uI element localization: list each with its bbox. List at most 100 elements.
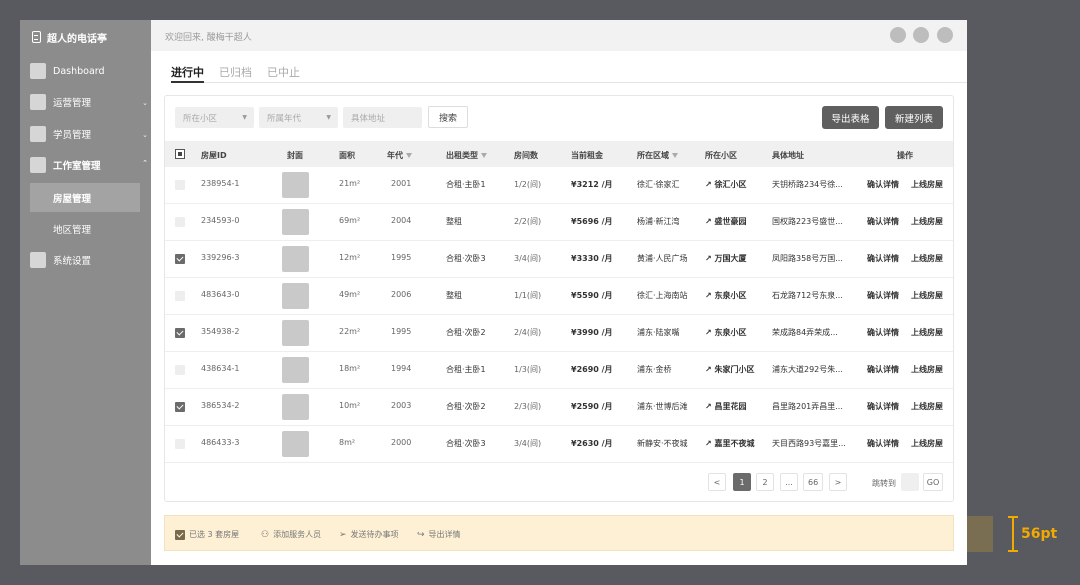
- table-row[interactable]: 339296-3 12m² 1995 合租·次卧3 3/4(间) ¥3330 /月 黄浦·人…: [165, 241, 953, 278]
- cell-address: 天钥桥路234号徐...: [772, 180, 843, 189]
- cover-thumbnail[interactable]: [282, 246, 309, 272]
- sidebar-subitem-regions[interactable]: 地区管理: [30, 214, 140, 243]
- sidebar-item-students[interactable]: 学员管理 ⌄: [30, 120, 150, 148]
- create-list-button[interactable]: 新建列表: [885, 106, 943, 129]
- cover-thumbnail[interactable]: [282, 320, 309, 346]
- confirm-details-link[interactable]: 确认详情: [867, 216, 899, 227]
- cell-community[interactable]: ↗ 徐汇小区: [705, 179, 747, 190]
- studio-icon: [30, 157, 46, 173]
- table-row[interactable]: 234593-0 69m² 2004 整租 2/2(间) ¥5696 /月 杨浦·新江湾 ↗ …: [165, 204, 953, 241]
- cell-community[interactable]: ↗ 东泉小区: [705, 290, 747, 301]
- page-button-2[interactable]: 2: [756, 473, 774, 491]
- selected-count[interactable]: 已选 3 套房屋: [175, 529, 239, 540]
- publish-house-link[interactable]: 上线房屋: [911, 179, 943, 190]
- publish-house-link[interactable]: 上线房屋: [911, 290, 943, 301]
- cell-rooms: 2/3(间): [514, 402, 542, 411]
- cover-thumbnail[interactable]: [282, 357, 309, 383]
- add-staff-button[interactable]: ⚇ 添加服务人员: [261, 529, 321, 540]
- notification-icon[interactable]: [890, 27, 906, 43]
- cell-area: 10m²: [339, 401, 361, 410]
- table-row[interactable]: 483643-0 49m² 2006 整租 1/1(间) ¥5590 /月 徐汇·上海南站 ↗…: [165, 278, 953, 315]
- publish-house-link[interactable]: 上线房屋: [911, 216, 943, 227]
- cover-thumbnail[interactable]: [282, 394, 309, 420]
- row-checkbox[interactable]: [175, 328, 185, 338]
- cover-thumbnail[interactable]: [282, 172, 309, 198]
- row-checkbox[interactable]: [175, 217, 185, 227]
- table-row[interactable]: 438634-1 18m² 1994 合租·主卧1 1/3(间) ¥2690 /月 浦东·金…: [165, 352, 953, 389]
- confirm-details-link[interactable]: 确认详情: [867, 364, 899, 375]
- cover-thumbnail[interactable]: [282, 209, 309, 235]
- jump-label: 跳转到: [872, 479, 896, 488]
- cell-community[interactable]: ↗ 盛世豪园: [705, 216, 747, 227]
- publish-house-link[interactable]: 上线房屋: [911, 327, 943, 338]
- table-row[interactable]: 386534-2 10m² 2003 合租·次卧2 2/3(间) ¥2590 /月 浦东·世…: [165, 389, 953, 426]
- sidebar-subitem-houses[interactable]: 房屋管理: [30, 183, 140, 212]
- row-checkbox[interactable]: [175, 402, 185, 412]
- row-checkbox[interactable]: [175, 254, 185, 264]
- add-staff-label: 添加服务人员: [273, 530, 322, 539]
- cell-community[interactable]: ↗ 东泉小区: [705, 327, 747, 338]
- search-button[interactable]: 搜索: [428, 106, 468, 128]
- tab-terminated[interactable]: 已中止: [267, 64, 300, 83]
- publish-house-link[interactable]: 上线房屋: [911, 253, 943, 264]
- cell-community[interactable]: ↗ 昌里花园: [705, 401, 747, 412]
- page-button-66[interactable]: 66: [803, 473, 824, 491]
- bulk-select-checkbox[interactable]: [175, 529, 185, 540]
- table-row[interactable]: 354938-2 22m² 1995 合租·次卧2 2/4(间) ¥3990 /月 浦东·陆…: [165, 315, 953, 352]
- header-address: 具体地址: [772, 151, 804, 160]
- sidebar-item-studio[interactable]: 工作室管理 ⌃: [30, 151, 150, 179]
- next-page-button[interactable]: >: [829, 473, 847, 491]
- sidebar-item-dashboard[interactable]: Dashboard: [30, 57, 150, 85]
- message-icon[interactable]: [913, 27, 929, 43]
- table-row[interactable]: 238954-1 21m² 2001 合租·主卧1 1/2(间) ¥3212 /月 徐汇·徐…: [165, 167, 953, 204]
- select-all-checkbox[interactable]: [175, 149, 185, 159]
- cell-community[interactable]: ↗ 嘉里不夜城: [705, 438, 755, 449]
- cell-community[interactable]: ↗ 朱家门小区: [705, 364, 755, 375]
- table-row[interactable]: 486433-3 8m² 2000 合租·次卧3 3/4(间) ¥2630 /月 新静安·不…: [165, 426, 953, 463]
- cell-year: 2003: [391, 401, 412, 410]
- header-year[interactable]: 年代: [387, 150, 412, 161]
- publish-house-link[interactable]: 上线房屋: [911, 401, 943, 412]
- sidebar-item-label: 系统设置: [53, 256, 92, 267]
- send-todo-button[interactable]: ➢ 发送待办事项: [339, 529, 399, 540]
- prev-page-button[interactable]: <: [708, 473, 726, 491]
- district-select[interactable]: 所在小区 ▼: [175, 107, 254, 128]
- app-logo[interactable]: 超人的电话亭: [32, 29, 107, 45]
- header-rent-type[interactable]: 出租类型: [446, 150, 487, 161]
- confirm-details-link[interactable]: 确认详情: [867, 327, 899, 338]
- confirm-details-link[interactable]: 确认详情: [867, 401, 899, 412]
- confirm-details-link[interactable]: 确认详情: [867, 438, 899, 449]
- page-button-1[interactable]: 1: [733, 473, 751, 491]
- row-checkbox[interactable]: [175, 439, 185, 449]
- year-select[interactable]: 所属年代 ▼: [259, 107, 338, 128]
- row-checkbox[interactable]: [175, 291, 185, 301]
- caret-down-icon: ▼: [326, 114, 331, 121]
- export-table-button[interactable]: 导出表格: [822, 106, 879, 129]
- tab-in-progress[interactable]: 进行中: [171, 64, 204, 83]
- address-input[interactable]: 具体地址: [343, 107, 422, 128]
- publish-house-link[interactable]: 上线房屋: [911, 438, 943, 449]
- row-checkbox[interactable]: [175, 180, 185, 190]
- cover-thumbnail[interactable]: [282, 283, 309, 309]
- avatar[interactable]: [937, 27, 953, 43]
- cell-house-id: 354938-2: [201, 327, 240, 336]
- measurement-overlay: [967, 516, 993, 552]
- cell-community[interactable]: ↗ 万国大厦: [705, 253, 747, 264]
- sidebar-item-operations[interactable]: 运营管理 ⌄: [30, 88, 150, 116]
- confirm-details-link[interactable]: 确认详情: [867, 179, 899, 190]
- cell-rent-type: 合租·主卧1: [446, 365, 486, 374]
- header-region[interactable]: 所在区域: [637, 150, 678, 161]
- row-checkbox[interactable]: [175, 365, 185, 375]
- confirm-details-link[interactable]: 确认详情: [867, 290, 899, 301]
- cell-rent: ¥5590 /月: [571, 291, 613, 300]
- jump-page-input[interactable]: [901, 473, 919, 491]
- export-detail-button[interactable]: ↪ 导出详情: [417, 529, 461, 540]
- sidebar-item-label: 学员管理: [53, 130, 92, 141]
- cover-thumbnail[interactable]: [282, 431, 309, 457]
- cell-rooms: 1/1(间): [514, 291, 542, 300]
- confirm-details-link[interactable]: 确认详情: [867, 253, 899, 264]
- sidebar-item-settings[interactable]: 系统设置: [30, 246, 150, 274]
- publish-house-link[interactable]: 上线房屋: [911, 364, 943, 375]
- go-button[interactable]: GO: [923, 473, 943, 491]
- tab-archived[interactable]: 已归档: [219, 64, 252, 83]
